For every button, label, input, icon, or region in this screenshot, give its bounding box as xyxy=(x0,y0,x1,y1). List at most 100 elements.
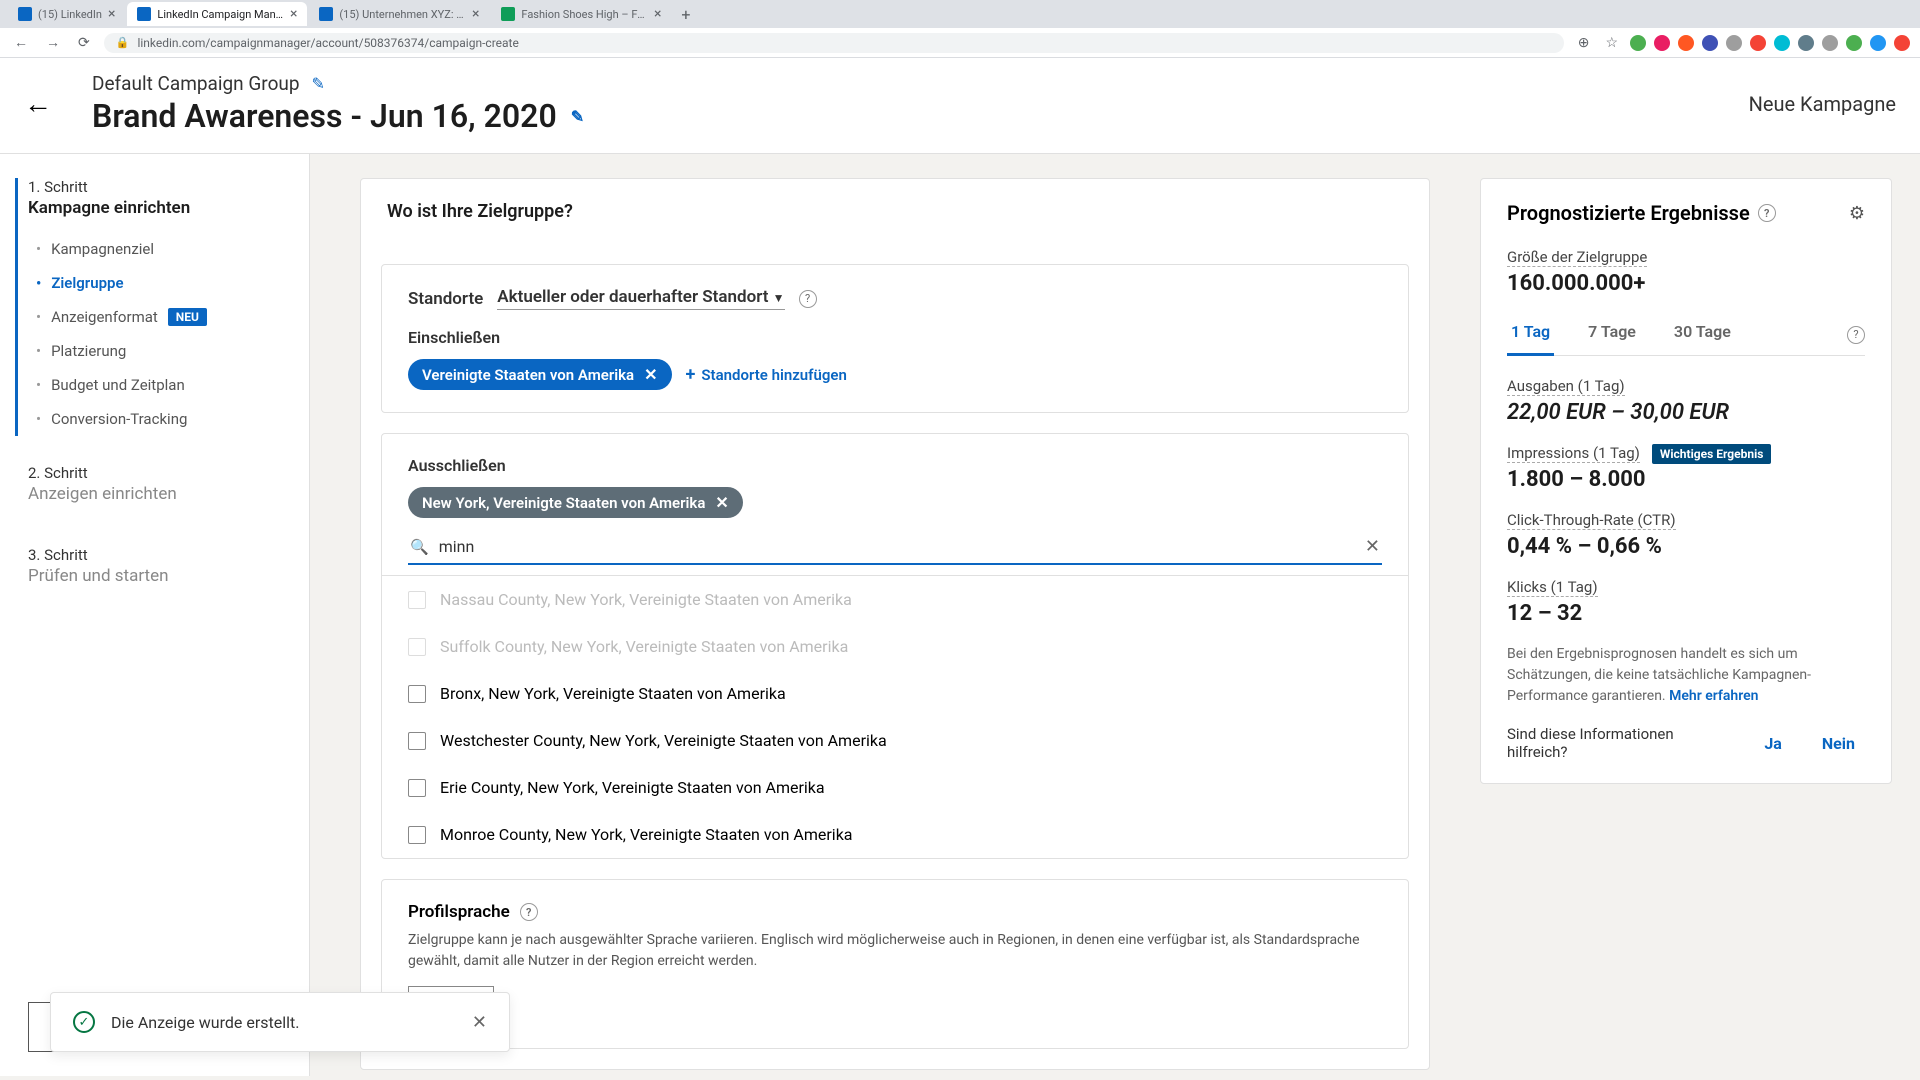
extension-icon[interactable] xyxy=(1750,35,1766,51)
extension-icon[interactable] xyxy=(1774,35,1790,51)
sidebar-item-zielgruppe[interactable]: Zielgruppe xyxy=(36,266,309,300)
suggestion-item-disabled: Suffolk County, New York, Vereinigte Sta… xyxy=(382,623,1408,670)
checkbox-icon[interactable] xyxy=(408,779,426,797)
checkbox-icon[interactable] xyxy=(408,826,426,844)
suggestion-label: Bronx, New York, Vereinigte Staaten von … xyxy=(440,684,786,703)
sidebar-item-platzierung[interactable]: Platzierung xyxy=(36,334,309,368)
clicks-label: Klicks (1 Tag) xyxy=(1507,578,1598,597)
browser-tab[interactable]: (15) LinkedIn× xyxy=(8,2,125,26)
edit-icon[interactable]: ✎ xyxy=(571,107,584,126)
location-search-field[interactable]: 🔍 ✕ xyxy=(408,530,1382,565)
remove-chip-icon[interactable]: ✕ xyxy=(644,365,657,384)
profile-language-description: Zielgruppe kann je nach ausgewählter Spr… xyxy=(408,930,1382,972)
impressions-value: 1.800 – 8.000 xyxy=(1507,467,1865,492)
extension-icon[interactable] xyxy=(1654,35,1670,51)
extension-icon[interactable] xyxy=(1798,35,1814,51)
back-icon[interactable]: ← xyxy=(10,32,32,53)
close-icon[interactable]: ✕ xyxy=(472,1012,487,1033)
help-icon[interactable]: ? xyxy=(1847,326,1865,344)
suggestion-item[interactable]: Monroe County, New York, Vereinigte Staa… xyxy=(382,811,1408,858)
clicks-value: 12 – 32 xyxy=(1507,601,1865,626)
learn-more-link[interactable]: Mehr erfahren xyxy=(1669,688,1758,704)
avatar-icon[interactable] xyxy=(1870,35,1886,51)
sidebar-item-anzeigenformat[interactable]: Anzeigenformat NEU xyxy=(36,300,309,334)
impressions-label: Impressions (1 Tag) xyxy=(1507,444,1640,463)
tab-7-days[interactable]: 7 Tage xyxy=(1584,314,1640,356)
extension-icon[interactable] xyxy=(1726,35,1742,51)
suggestion-item[interactable]: Westchester County, New York, Vereinigte… xyxy=(382,717,1408,764)
gear-icon[interactable]: ⚙ xyxy=(1849,203,1865,224)
extension-icon[interactable] xyxy=(1822,35,1838,51)
favicon-icon xyxy=(501,7,515,21)
feedback-row: Sind diese Informationen hilfreich? Ja N… xyxy=(1507,725,1865,761)
lock-icon: 🔒 xyxy=(116,36,130,49)
browser-tab[interactable]: Fashion Shoes High – Free ph × xyxy=(491,2,671,26)
star-icon[interactable]: ☆ xyxy=(1601,33,1622,53)
step-number: 3. Schritt xyxy=(28,546,309,564)
help-icon[interactable]: ? xyxy=(1758,204,1776,222)
main-area: 1. Schritt Kampagne einrichten Kampagnen… xyxy=(0,154,1920,1076)
edit-icon[interactable]: ✎ xyxy=(312,74,325,93)
extension-icon[interactable] xyxy=(1846,35,1862,51)
checkbox-icon[interactable] xyxy=(408,685,426,703)
add-locations-button[interactable]: + Standorte hinzufügen xyxy=(686,364,847,385)
tab-title: LinkedIn Campaign Manager xyxy=(157,8,284,21)
tab-30-days[interactable]: 30 Tage xyxy=(1670,314,1735,356)
feedback-no-button[interactable]: Nein xyxy=(1812,730,1865,757)
forward-icon[interactable]: → xyxy=(42,32,64,53)
close-icon[interactable]: × xyxy=(108,6,115,22)
include-chip-row: Vereinigte Staaten von Amerika ✕ + Stand… xyxy=(408,359,1382,390)
profile-language-label: Profilsprache xyxy=(408,902,510,922)
tab-title: Fashion Shoes High – Free ph xyxy=(521,8,648,21)
checkbox-icon xyxy=(408,638,426,656)
suggestion-label: Erie County, New York, Vereinigte Staate… xyxy=(440,778,825,797)
browser-tab-active[interactable]: LinkedIn Campaign Manager × xyxy=(127,2,307,26)
location-type-select[interactable]: Aktueller oder dauerhafter Standort ▼ xyxy=(497,287,784,310)
audience-size-value: 160.000.000+ xyxy=(1507,271,1865,296)
step-2[interactable]: 2. Schritt Anzeigen einrichten xyxy=(15,464,309,518)
back-arrow-button[interactable]: ← xyxy=(24,87,52,120)
campaign-name-row: Brand Awareness - Jun 16, 2020 ✎ xyxy=(92,97,1749,135)
checkbox-icon xyxy=(408,591,426,609)
extension-icon[interactable] xyxy=(1630,35,1646,51)
extension-icon[interactable] xyxy=(1894,35,1910,51)
suggestion-item-disabled: Nassau County, New York, Vereinigte Staa… xyxy=(382,576,1408,623)
help-icon[interactable]: ? xyxy=(520,903,538,921)
sidebar-item-conversion[interactable]: Conversion-Tracking xyxy=(36,402,309,436)
remove-chip-icon[interactable]: ✕ xyxy=(715,493,728,512)
nav-label: Kampagnenziel xyxy=(51,240,154,258)
tab-title: (15) Unternehmen XYZ: Admin xyxy=(339,8,466,21)
help-icon[interactable]: ? xyxy=(799,290,817,308)
browser-tab[interactable]: (15) Unternehmen XYZ: Admin × xyxy=(309,2,489,26)
reload-icon[interactable]: ⟳ xyxy=(74,33,94,53)
feedback-yes-button[interactable]: Ja xyxy=(1754,730,1792,757)
close-icon[interactable]: × xyxy=(472,6,479,22)
address-bar[interactable]: 🔒 linkedin.com/campaignmanager/account/5… xyxy=(104,33,1564,53)
center-column: Wo ist Ihre Zielgruppe? Standorte Aktuel… xyxy=(310,154,1480,1076)
clear-search-icon[interactable]: ✕ xyxy=(1365,536,1380,557)
suggestion-item[interactable]: Erie County, New York, Vereinigte Staate… xyxy=(382,764,1408,811)
step-1: 1. Schritt Kampagne einrichten Kampagnen… xyxy=(15,178,309,436)
neu-badge: NEU xyxy=(168,308,207,326)
check-circle-icon: ✓ xyxy=(73,1011,95,1033)
tab-1-day[interactable]: 1 Tag xyxy=(1507,314,1554,356)
zoom-icon[interactable]: ⊕ xyxy=(1574,33,1594,53)
extension-icon[interactable] xyxy=(1678,35,1694,51)
add-locations-label: Standorte hinzufügen xyxy=(701,366,846,384)
suggestion-item[interactable]: Bronx, New York, Vereinigte Staaten von … xyxy=(382,670,1408,717)
search-icon: 🔍 xyxy=(410,538,429,556)
suggestion-label: Monroe County, New York, Vereinigte Staa… xyxy=(440,825,853,844)
step-3[interactable]: 3. Schritt Prüfen und starten xyxy=(15,546,309,600)
sidebar: 1. Schritt Kampagne einrichten Kampagnen… xyxy=(0,154,310,1076)
location-search-input[interactable] xyxy=(439,537,1355,556)
sidebar-item-budget[interactable]: Budget und Zeitplan xyxy=(36,368,309,402)
sidebar-item-kampagnenziel[interactable]: Kampagnenziel xyxy=(36,232,309,266)
new-tab-button[interactable]: + xyxy=(673,5,698,24)
checkbox-icon[interactable] xyxy=(408,732,426,750)
close-icon[interactable]: × xyxy=(654,6,661,22)
url-text: linkedin.com/campaignmanager/account/508… xyxy=(137,36,518,50)
nav-items: Kampagnenziel Zielgruppe Anzeigenformat … xyxy=(36,232,309,436)
close-icon[interactable]: × xyxy=(290,6,297,22)
campaign-group-name: Default Campaign Group xyxy=(92,72,300,95)
extension-icon[interactable] xyxy=(1702,35,1718,51)
